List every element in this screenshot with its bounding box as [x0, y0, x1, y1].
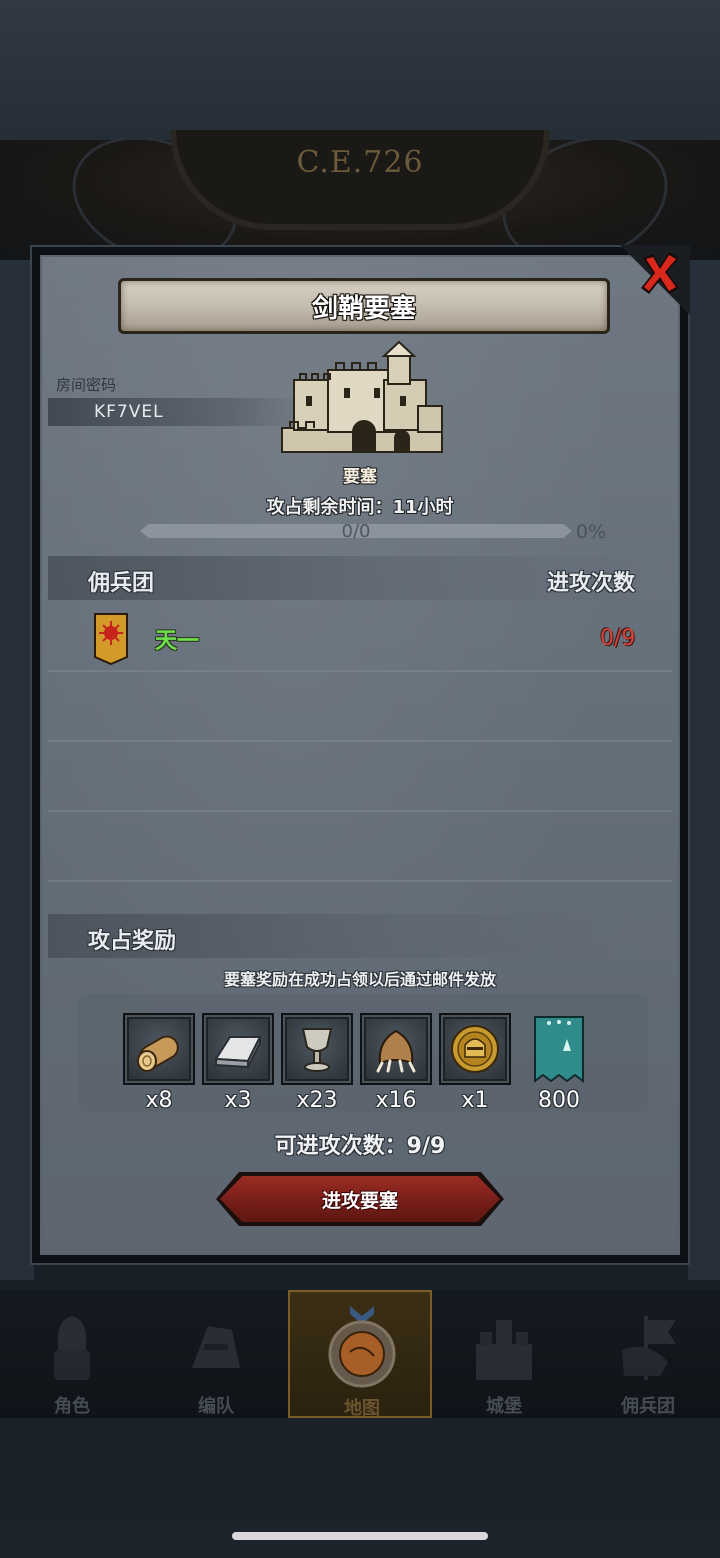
- reward-count: x16: [375, 1088, 417, 1113]
- nav-tab-castle[interactable]: 城堡: [432, 1290, 576, 1418]
- top-dim-band: [0, 0, 720, 140]
- map-compass-icon: [328, 1306, 396, 1388]
- reward-count: x1: [461, 1088, 489, 1113]
- reward-count: 800: [538, 1088, 580, 1113]
- game-screen: C.E.726 剑鞘要塞 房间密码 KF7VEL 要塞 攻占剩余时间：11小时 …: [0, 0, 720, 1558]
- nav-tab-formation[interactable]: 编队: [144, 1290, 288, 1418]
- right-side-strip: [688, 260, 720, 1280]
- goblet-icon: [301, 1028, 333, 1072]
- mercenary-name: 天一: [155, 629, 200, 654]
- title-plaque: 剑鞘要塞: [118, 278, 610, 334]
- reward-item-claw[interactable]: [360, 1013, 432, 1085]
- nav-label: 角色: [54, 1396, 90, 1417]
- remaining-attacks: 可进攻次数：9/9: [274, 1134, 446, 1159]
- room-code-value: KF7VEL: [94, 402, 164, 422]
- fortress-castle-icon: [281, 340, 443, 453]
- left-side-strip: [0, 260, 34, 1280]
- reward-item-guild-points[interactable]: [533, 1013, 585, 1085]
- room-code-label: 房间密码: [56, 376, 117, 394]
- nav-tab-map[interactable]: 地图: [288, 1290, 432, 1419]
- close-icon: [641, 252, 679, 294]
- reward-count: x8: [145, 1088, 173, 1113]
- nav-label: 城堡: [486, 1396, 522, 1417]
- reward-section-title: 攻占奖励: [88, 929, 177, 954]
- era-label: C.E.726: [296, 145, 424, 180]
- capture-progress-text: 0/0: [341, 521, 371, 542]
- attack-fortress-button[interactable]: 进攻要塞: [216, 1172, 504, 1226]
- formation-helmet-icon: [192, 1326, 240, 1368]
- nav-label: 编队: [198, 1396, 234, 1417]
- mercenary-attack-count: 0/9: [600, 626, 636, 651]
- room-code-bar: [48, 398, 308, 426]
- mercenary-section-title: 佣兵团: [88, 571, 155, 596]
- guild-banner-icon: [534, 1016, 584, 1083]
- guild-banner-icon: [94, 613, 128, 665]
- mercenary-row-empty: [48, 812, 672, 882]
- home-indicator[interactable]: [232, 1532, 488, 1540]
- iron-ingot-icon: [214, 1036, 262, 1069]
- reward-item-iron[interactable]: [202, 1013, 274, 1085]
- capture-time-remaining: 攻占剩余时间：11小时: [266, 497, 454, 518]
- castle-nav-icon: [476, 1320, 532, 1380]
- reward-item-gold-helmet[interactable]: [439, 1013, 511, 1085]
- gold-helmet-coin-icon: [451, 1025, 499, 1073]
- reward-count: x23: [296, 1088, 338, 1113]
- attacks-column-header: 进攻次数: [547, 571, 636, 596]
- reward-note: 要塞奖励在成功占领以后通过邮件发放: [223, 970, 496, 989]
- nav-label: 地图: [344, 1398, 380, 1419]
- nav-tab-character[interactable]: 角色: [0, 1290, 144, 1418]
- knight-icon: [54, 1316, 90, 1380]
- mercenary-row[interactable]: [48, 602, 672, 672]
- close-button[interactable]: [632, 245, 688, 301]
- reward-item-goblet[interactable]: [281, 1013, 353, 1085]
- beast-claw-icon: [376, 1029, 416, 1073]
- wood-log-icon: [137, 1035, 179, 1072]
- dialog-title: 剑鞘要塞: [311, 293, 416, 324]
- capture-progress-percent: 0%: [576, 521, 607, 543]
- building-type-label: 要塞: [343, 467, 377, 487]
- attack-fortress-label: 进攻要塞: [321, 1189, 398, 1212]
- reward-count: x3: [224, 1088, 252, 1113]
- reward-item-wood[interactable]: [123, 1013, 195, 1085]
- mercenary-row-empty: [48, 742, 672, 812]
- mercenary-row-empty: [48, 672, 672, 742]
- nav-tab-mercenary[interactable]: 佣兵团: [576, 1290, 720, 1418]
- nav-label: 佣兵团: [621, 1396, 675, 1417]
- mercenary-flag-icon: [622, 1316, 676, 1380]
